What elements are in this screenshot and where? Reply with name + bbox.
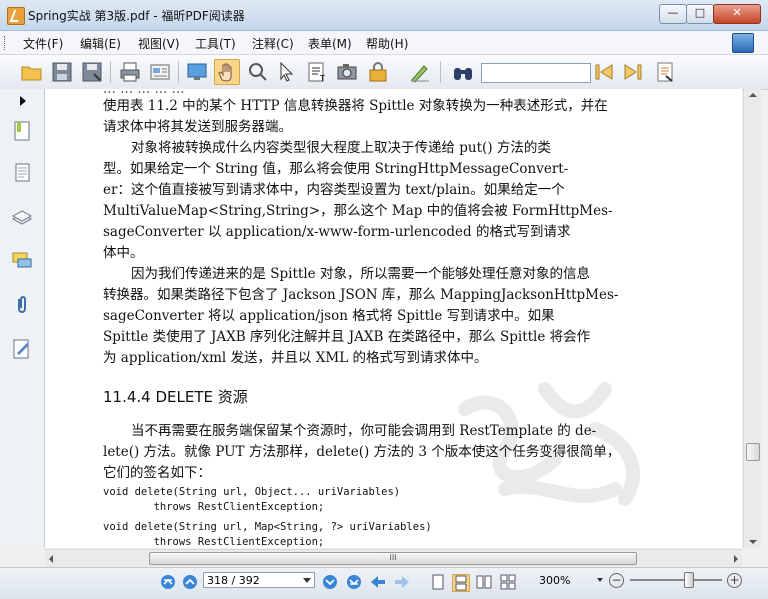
- document-view[interactable]: ··· ··· ··· ··· ··· 使用表 11.2 中的某个 HTTP 信…: [45, 89, 742, 548]
- previous-page-icon[interactable]: [182, 574, 198, 590]
- zoom-in-button[interactable]: +: [727, 573, 742, 588]
- window-title: Spring实战 第3版.pdf - 福昕PDF阅读器: [28, 9, 245, 23]
- sign-icon[interactable]: [408, 60, 432, 84]
- menu-edit[interactable]: 编辑(E): [80, 35, 121, 52]
- search-input[interactable]: [481, 63, 591, 83]
- hand-tool-icon[interactable]: [214, 59, 240, 85]
- last-page-icon[interactable]: [346, 574, 362, 590]
- typewriter-icon[interactable]: T: [305, 60, 329, 84]
- vertical-scrollbar[interactable]: [743, 89, 761, 548]
- search-options-icon[interactable]: [654, 60, 678, 84]
- single-page-view-icon[interactable]: [430, 574, 446, 590]
- properties-icon[interactable]: [148, 60, 172, 84]
- scroll-down-icon[interactable]: [749, 540, 757, 544]
- menu-view[interactable]: 视图(V): [138, 35, 180, 52]
- zoom-level[interactable]: 300%: [539, 574, 570, 587]
- first-page-icon[interactable]: [160, 574, 176, 590]
- print-icon[interactable]: [118, 60, 142, 84]
- horizontal-scroll-thumb[interactable]: III: [149, 552, 637, 565]
- save-as-icon[interactable]: [80, 60, 104, 84]
- paragraph-line: er：这个值直接被写到请求体中，内容类型设置为 text/plain。如果给定一…: [103, 182, 565, 198]
- menu-bar: 文件(F) 编辑(E) 视图(V) 工具(T) 注释(C) 表单(M) 帮助(H…: [0, 31, 768, 55]
- attachments-icon[interactable]: [11, 294, 33, 316]
- paragraph-line: Spittle 类使用了 JAXB 序列化注解并且 JAXB 在类路径中，那么 …: [103, 329, 591, 345]
- snapshot-icon[interactable]: [335, 60, 359, 84]
- svg-text:T: T: [319, 74, 325, 83]
- fullscreen-icon[interactable]: [185, 60, 209, 84]
- panel-toggle-icon[interactable]: [20, 96, 26, 106]
- paragraph-line: 对象将被转换成什么内容类型很大程度上取决于传递给 put() 方法的类: [131, 140, 551, 156]
- page-dropdown-icon[interactable]: [303, 578, 311, 583]
- horizontal-scrollbar[interactable]: III: [45, 549, 742, 567]
- code-line: throws RestClientException;: [103, 501, 325, 513]
- pointer-icon[interactable]: [274, 60, 298, 84]
- back-icon[interactable]: [370, 574, 386, 590]
- minimize-button[interactable]: —: [659, 4, 687, 24]
- navigation-panel: [0, 89, 45, 547]
- zoom-out-button[interactable]: −: [609, 573, 624, 588]
- menu-grip: [4, 36, 8, 50]
- zoom-slider[interactable]: [630, 579, 722, 581]
- select-text-icon[interactable]: [246, 60, 270, 84]
- comments-icon[interactable]: [11, 250, 33, 272]
- open-folder-icon[interactable]: [20, 60, 44, 84]
- paragraph-line: 请求体中将其发送到服务器端。: [103, 119, 292, 135]
- title-bar: Spring实战 第3版.pdf - 福昕PDF阅读器 — □ ✕: [0, 0, 768, 31]
- pages-thumbnail-icon[interactable]: [11, 162, 33, 184]
- paragraph-line: 它们的签名如下：: [103, 465, 211, 481]
- code-line: void delete(String url, Object... uriVar…: [103, 486, 401, 498]
- layers-icon[interactable]: [11, 206, 33, 228]
- app-logo-icon: [7, 7, 25, 25]
- rms-icon[interactable]: [366, 60, 390, 84]
- paragraph-line: MultiValueMap<String,String>，那么这个 Map 中的…: [103, 203, 613, 219]
- zoom-slider-thumb[interactable]: [684, 572, 694, 588]
- maximize-button[interactable]: □: [686, 4, 714, 24]
- paragraph-line: sageConverter 以 application/x-www-form-u…: [103, 224, 571, 240]
- continuous-view-icon[interactable]: [452, 574, 470, 592]
- close-button[interactable]: ✕: [713, 4, 761, 24]
- scroll-up-icon[interactable]: [749, 93, 757, 97]
- continuous-facing-icon[interactable]: [500, 574, 516, 590]
- help-icon[interactable]: [732, 33, 754, 53]
- binoculars-icon[interactable]: [451, 60, 475, 84]
- vertical-scroll-thumb[interactable]: [746, 443, 760, 461]
- bookmarks-icon[interactable]: [11, 120, 33, 142]
- menu-tools[interactable]: 工具(T): [195, 35, 236, 52]
- menu-help[interactable]: 帮助(H): [366, 35, 408, 52]
- paragraph-line: 为 application/xml 发送，并且以 XML 的格式写到请求体中。: [103, 350, 488, 366]
- paragraph-line: 体中。: [103, 245, 144, 261]
- paragraph-line: 使用表 11.2 中的某个 HTTP 信息转换器将 Spittle 对象转换为一…: [103, 98, 608, 114]
- scroll-left-icon[interactable]: [49, 555, 53, 563]
- find-previous-icon[interactable]: [592, 60, 616, 84]
- watermark-seal: [458, 382, 641, 506]
- paragraph-line: 转换器。如果类路径下包含了 Jackson JSON 库，那么 MappingJ…: [103, 287, 619, 303]
- forward-icon[interactable]: [394, 574, 410, 590]
- menu-file[interactable]: 文件(F): [23, 35, 63, 52]
- page-number-field[interactable]: 318 / 392: [203, 572, 315, 588]
- scroll-right-icon[interactable]: [734, 555, 738, 563]
- code-line: throws RestClientException;: [103, 536, 325, 548]
- menu-form[interactable]: 表单(M): [308, 35, 352, 52]
- menu-comment[interactable]: 注释(C): [252, 35, 294, 52]
- next-page-icon[interactable]: [322, 574, 338, 590]
- find-next-icon[interactable]: [621, 60, 645, 84]
- status-bar: 318 / 392 300% − +: [0, 567, 768, 599]
- paragraph-line: sageConverter 将以 application/json 格式将 Sp…: [103, 308, 555, 324]
- save-icon[interactable]: [50, 60, 74, 84]
- paragraph-line: 因为我们传递进来的是 Spittle 对象，所以需要一个能够处理任意对象的信息: [131, 266, 590, 282]
- signatures-icon[interactable]: [11, 338, 33, 360]
- section-heading: 11.4.4 DELETE 资源: [103, 388, 248, 406]
- zoom-dropdown-icon[interactable]: [597, 578, 603, 582]
- page-number-text: 318 / 392: [207, 574, 260, 587]
- facing-view-icon[interactable]: [476, 574, 492, 590]
- code-line: void delete(String url, Map<String, ?> u…: [103, 521, 432, 533]
- toolbar: T: [0, 55, 768, 90]
- paragraph-line: 型。如果给定一个 String 值，那么将会使用 StringHttpMessa…: [103, 161, 569, 177]
